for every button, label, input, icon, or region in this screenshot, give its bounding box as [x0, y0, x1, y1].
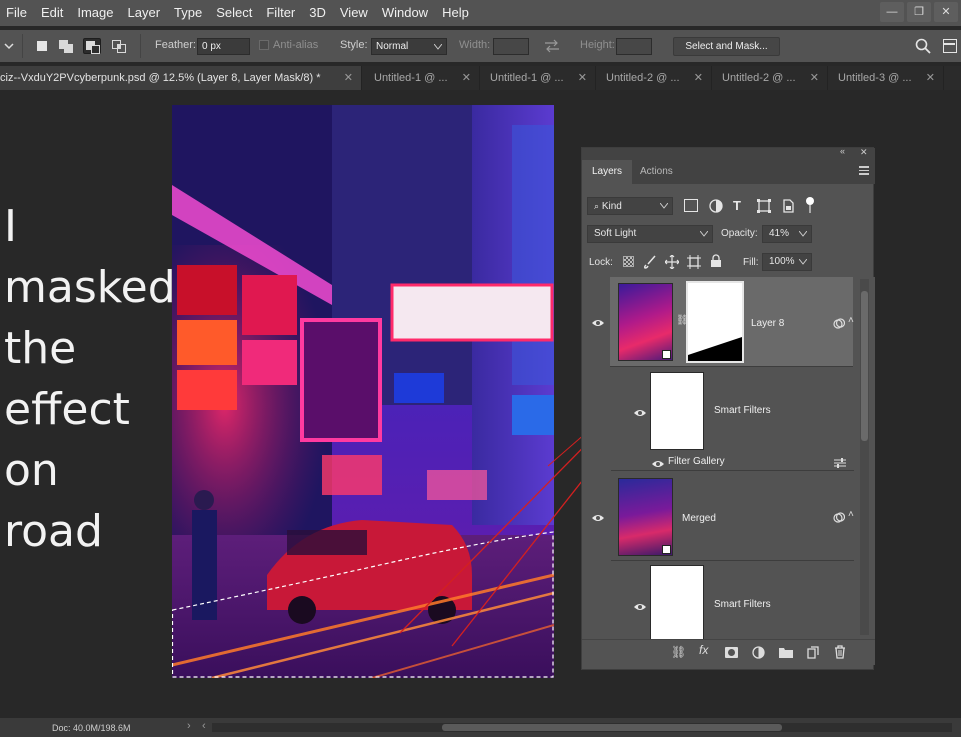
layers-scrollbar[interactable] — [860, 279, 869, 635]
smart-object-filter-icon[interactable] — [781, 199, 795, 213]
blend-mode-value: Soft Light — [594, 228, 637, 239]
lock-move-icon[interactable] — [665, 255, 679, 269]
scrollbar-thumb[interactable] — [442, 724, 782, 731]
folder-icon[interactable] — [779, 647, 793, 658]
trash-icon[interactable] — [834, 645, 846, 659]
new-layer-icon[interactable] — [807, 646, 819, 659]
pixel-filter-icon[interactable] — [684, 199, 698, 212]
opacity-label: Opacity: — [721, 228, 758, 239]
opacity-input[interactable]: 41% — [762, 225, 812, 243]
link-layers-icon[interactable]: ⛓ — [671, 645, 686, 659]
smart-filters-mask-thumbnail[interactable] — [650, 372, 704, 450]
eye-icon[interactable] — [591, 511, 605, 525]
filter-options-icon[interactable] — [834, 458, 846, 468]
panel-header: « ✕ — [582, 146, 875, 160]
type-filter-icon[interactable]: T — [733, 199, 741, 213]
tab-actions[interactable]: Actions — [630, 160, 683, 184]
opacity-value: 41% — [769, 228, 790, 239]
fill-value: 100% — [769, 256, 795, 267]
fill-input[interactable]: 100% — [762, 253, 812, 271]
scrollbar-thumb[interactable] — [861, 291, 868, 441]
chevron-up-icon[interactable]: ˄ — [848, 509, 854, 520]
filter-kind-value: Kind — [601, 201, 622, 212]
adjustment-layer-icon[interactable] — [752, 646, 765, 659]
lock-transparent-icon[interactable] — [623, 256, 634, 267]
fx-icon[interactable]: fx — [699, 643, 708, 657]
smart-object-badge-icon — [662, 350, 671, 359]
chevron-up-icon[interactable]: ˄ — [848, 315, 854, 326]
fill-label: Fill: — [743, 257, 759, 268]
eye-icon[interactable] — [633, 600, 647, 614]
chevron-down-icon — [799, 259, 807, 265]
layer-8-thumbnail[interactable] — [618, 283, 673, 361]
layer-name[interactable]: Smart Filters — [714, 405, 771, 416]
add-mask-icon[interactable] — [725, 647, 738, 658]
eye-icon[interactable] — [591, 316, 605, 330]
horizontal-scrollbar[interactable] — [212, 723, 952, 732]
status-menu-chevron-icon[interactable]: › — [187, 720, 191, 732]
lock-brush-icon[interactable] — [643, 255, 657, 269]
smart-object-icon — [833, 318, 845, 329]
lock-all-icon[interactable] — [710, 254, 722, 268]
chevron-down-icon — [660, 203, 668, 209]
lock-artboard-icon[interactable] — [687, 255, 701, 269]
layer-name[interactable]: Layer 8 — [751, 318, 784, 329]
layer-name[interactable]: Merged — [682, 513, 716, 524]
filter-toggle-icon[interactable] — [806, 197, 814, 213]
filter-name[interactable]: Filter Gallery — [668, 456, 725, 467]
scroll-left-icon[interactable]: ‹ — [202, 720, 206, 732]
shape-filter-icon[interactable] — [757, 199, 771, 213]
panel-tabs: Layers Actions — [582, 160, 875, 184]
eye-icon[interactable] — [633, 406, 647, 420]
close-icon[interactable]: ✕ — [860, 147, 868, 158]
search-icon: ⌕ — [594, 201, 600, 211]
mask-shape — [688, 337, 742, 361]
blend-mode-select[interactable]: Soft Light — [587, 225, 713, 243]
doc-size-info: Doc: 40.0M/198.6M — [52, 723, 131, 733]
collapse-icon[interactable]: « — [840, 146, 845, 156]
layers-footer: ⛓ fx — [582, 639, 875, 665]
layer-name[interactable]: Smart Filters — [714, 599, 771, 610]
smart-object-icon — [833, 512, 845, 523]
tab-layers[interactable]: Layers — [582, 160, 633, 184]
layer-list: ⛓ Layer 8 ˄ Smart Filters Filter Gallery… — [582, 277, 875, 639]
adjustment-filter-icon[interactable] — [709, 199, 723, 213]
layer-mask-thumbnail[interactable] — [686, 281, 744, 363]
layers-panel: « ✕ Layers Actions ⌕ Kind T Soft Light O… — [581, 146, 875, 670]
smart-filters-mask-thumbnail[interactable] — [650, 565, 704, 639]
lock-label: Lock: — [589, 257, 613, 268]
status-bar: Doc: 40.0M/198.6M › ‹ — [0, 718, 961, 737]
chevron-down-icon — [799, 231, 807, 237]
eye-icon[interactable] — [651, 457, 665, 471]
layer-row-smart-filters[interactable] — [611, 367, 854, 471]
panel-menu-icon[interactable] — [859, 166, 869, 176]
chevron-down-icon — [700, 231, 708, 237]
filter-kind-select[interactable]: ⌕ Kind — [587, 197, 673, 215]
smart-object-badge-icon — [662, 545, 671, 554]
merged-thumbnail[interactable] — [618, 478, 673, 556]
